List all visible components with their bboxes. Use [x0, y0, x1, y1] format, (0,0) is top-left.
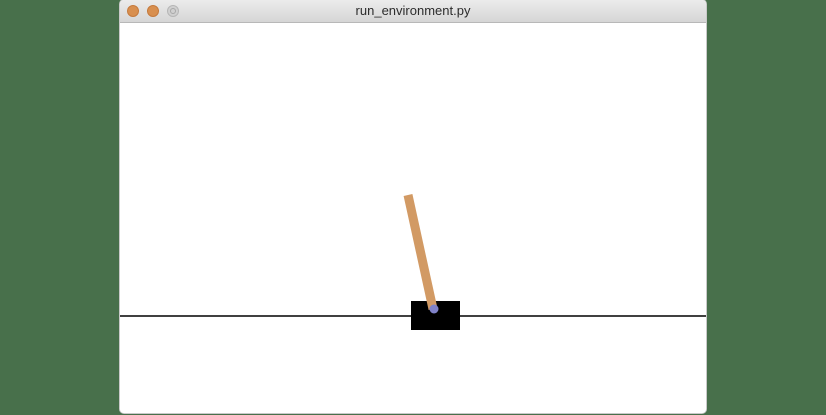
- render-canvas: [120, 23, 706, 413]
- axle: [429, 304, 439, 314]
- pole: [403, 194, 438, 310]
- cartpole-scene: [120, 194, 706, 330]
- title-bar[interactable]: run_environment.py: [120, 0, 706, 23]
- window-title: run_environment.py: [355, 3, 471, 18]
- app-window: run_environment.py: [120, 0, 706, 413]
